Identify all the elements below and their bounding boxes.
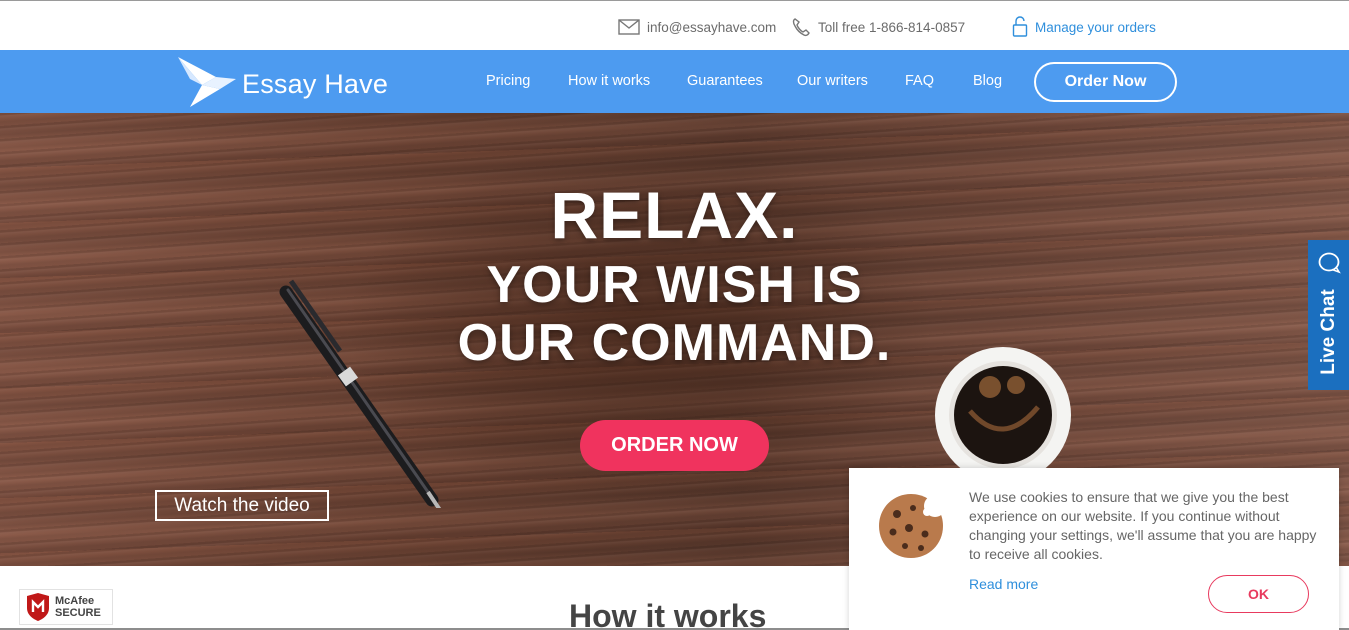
hero-title-wish: YOUR WISH IS OUR COMMAND. xyxy=(0,256,1349,372)
hero-title-line-2: YOUR WISH IS xyxy=(486,256,863,314)
nav-blog[interactable]: Blog xyxy=(973,73,1002,89)
lock-icon xyxy=(1012,16,1028,37)
chat-bubble-icon xyxy=(1318,252,1341,274)
site-logo[interactable]: Essay Have xyxy=(176,55,389,109)
cookie-read-more-link[interactable]: Read more xyxy=(969,576,1038,592)
email-text: info@essayhave.com xyxy=(647,19,777,35)
how-it-works-heading: How it works xyxy=(569,598,767,630)
live-chat-tab[interactable]: Live Chat xyxy=(1308,240,1349,390)
bird-logo-icon xyxy=(178,57,236,107)
nav-guarantees[interactable]: Guarantees xyxy=(687,73,763,89)
order-now-button[interactable]: Order Now xyxy=(1034,62,1177,102)
nav-how-it-works[interactable]: How it works xyxy=(568,73,650,89)
manage-orders-link[interactable]: Manage your orders xyxy=(1012,16,1156,38)
nav-pricing[interactable]: Pricing xyxy=(486,73,530,89)
cookie-banner: We use cookies to ensure that we give yo… xyxy=(849,468,1339,630)
hero-order-now-button[interactable]: ORDER NOW xyxy=(580,420,769,471)
email-contact[interactable]: info@essayhave.com xyxy=(618,16,776,38)
main-navbar: Essay Have Pricing How it works Guarante… xyxy=(0,50,1349,113)
manage-orders-label: Manage your orders xyxy=(1035,19,1156,35)
phone-icon xyxy=(792,18,810,37)
mcafee-shield-icon xyxy=(27,593,49,621)
mcafee-line-1: McAfee xyxy=(55,594,95,607)
hero-title-line-3: OUR COMMAND. xyxy=(457,314,892,372)
cookie-icon xyxy=(879,494,945,558)
logo-text: Essay Have xyxy=(242,69,389,99)
mcafee-text: McAfee SECURE xyxy=(55,594,101,619)
cookie-message: We use cookies to ensure that we give yo… xyxy=(969,489,1317,562)
nav-our-writers[interactable]: Our writers xyxy=(797,73,868,89)
mcafee-secure-badge[interactable]: McAfee SECURE xyxy=(19,589,113,625)
top-utility-bar: info@essayhave.com Toll free 1-866-814-0… xyxy=(0,0,1349,50)
phone-contact[interactable]: Toll free 1-866-814-0857 xyxy=(791,16,965,38)
live-chat-label: Live Chat xyxy=(1317,289,1339,375)
hero-title-relax: RELAX. xyxy=(550,178,799,252)
watch-video-button[interactable]: Watch the video xyxy=(155,490,329,521)
envelope-icon xyxy=(618,19,640,35)
nav-faq[interactable]: FAQ xyxy=(905,73,934,89)
phone-text: Toll free 1-866-814-0857 xyxy=(818,19,966,35)
cookie-ok-button[interactable]: OK xyxy=(1208,575,1309,613)
mcafee-line-2: SECURE xyxy=(55,606,101,619)
